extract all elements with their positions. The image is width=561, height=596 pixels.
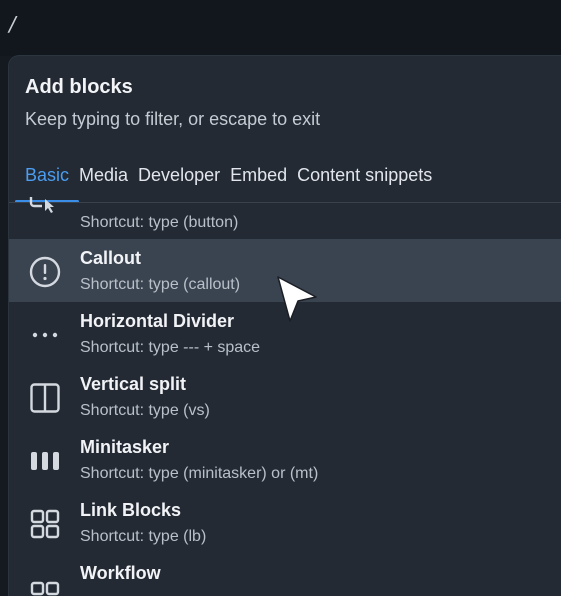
typed-slash: / (9, 12, 16, 36)
tab-media[interactable]: Media (79, 163, 138, 203)
workflow-icon (27, 569, 63, 596)
minitasker-columns-icon (27, 443, 63, 479)
item-shortcut: Shortcut: type --- + space (80, 339, 261, 356)
tab-embed[interactable]: Embed (230, 163, 297, 203)
tab-content-snippets[interactable]: Content snippets (297, 163, 442, 203)
list-item-link-blocks[interactable]: Link Blocks Shortcut: type (lb) (9, 491, 561, 554)
list-item-button[interactable]: Shortcut: type (button) (9, 197, 561, 239)
item-shortcut: Shortcut: type (minitasker) or (mt) (80, 465, 319, 482)
item-shortcut: Shortcut: type (lb) (80, 528, 207, 545)
item-shortcut: Shortcut: type (button) (80, 214, 239, 231)
item-name: Link Blocks (80, 500, 182, 520)
grid-icon (27, 506, 63, 542)
item-name: Workflow (80, 563, 161, 583)
list-item-minitasker[interactable]: Minitasker Shortcut: type (minitasker) o… (9, 428, 561, 491)
button-icon (27, 195, 63, 215)
list-item-workflow[interactable]: Workflow (9, 554, 561, 596)
block-list: Shortcut: type (button) Callout Shortcut… (9, 197, 561, 596)
item-shortcut: Shortcut: type (vs) (80, 402, 210, 419)
block-category-tabs: Basic Media Developer Embed Content snip… (15, 163, 561, 203)
item-name: Vertical split (80, 374, 187, 394)
vertical-split-icon (27, 380, 63, 416)
item-name: Horizontal Divider (80, 311, 235, 331)
horizontal-dots-icon (27, 317, 63, 353)
mouse-pointer-icon (277, 276, 317, 322)
tab-developer[interactable]: Developer (138, 163, 230, 203)
editor-area[interactable]: / (0, 0, 561, 56)
list-item-vertical-split[interactable]: Vertical split Shortcut: type (vs) (9, 365, 561, 428)
item-shortcut: Shortcut: type (callout) (80, 276, 241, 293)
item-name: Minitasker (80, 437, 170, 457)
popup-subtitle: Keep typing to filter, or escape to exit (25, 109, 321, 129)
add-blocks-popup: Add blocks Keep typing to filter, or esc… (9, 56, 561, 596)
popup-title: Add blocks (25, 76, 133, 98)
exclamation-circle-icon (27, 254, 63, 290)
item-name: Callout (80, 248, 141, 268)
